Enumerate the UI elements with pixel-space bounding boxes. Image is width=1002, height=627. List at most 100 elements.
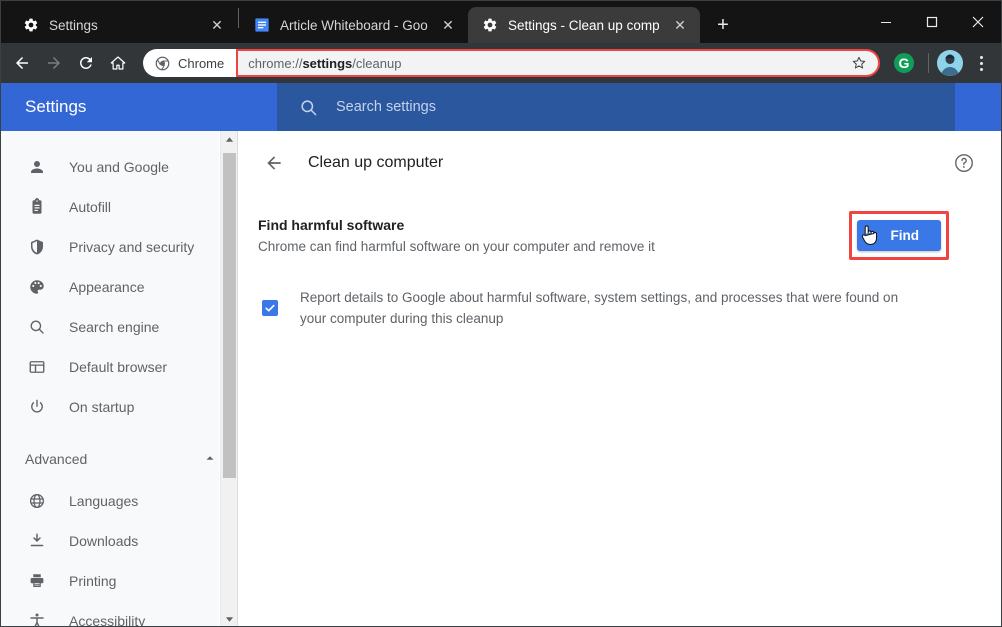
omnibox[interactable]: Chrome chrome://settings/cleanup	[143, 49, 880, 77]
back-to-settings-button[interactable]	[258, 147, 290, 179]
url-prefix: chrome://	[248, 55, 303, 71]
sidebar-item-you-and-google[interactable]: You and Google	[1, 147, 237, 187]
kebab-dot	[979, 61, 983, 65]
minimize-icon	[881, 22, 891, 23]
settings-body: You and Google Autofill Privacy and secu…	[1, 131, 1001, 627]
sidebar-item-accessibility[interactable]: Accessibility	[1, 601, 237, 627]
address-bar[interactable]: chrome://settings/cleanup	[236, 49, 880, 77]
sidebar-section-label: Advanced	[25, 451, 88, 467]
search-icon	[301, 99, 317, 115]
report-details-checkbox[interactable]	[262, 300, 278, 316]
find-harmful-software-text: Find harmful software Chrome can find ha…	[258, 217, 837, 254]
url-bold-segment: settings	[302, 55, 353, 71]
sidebar-item-label: Autofill	[69, 199, 112, 215]
sidebar-item-languages[interactable]: Languages	[1, 481, 237, 521]
sidebar-item-label: Accessibility	[69, 613, 146, 627]
reload-icon	[79, 56, 92, 69]
browser-window: Settings ✕ Article Whiteboard - Google D…	[0, 0, 1002, 627]
maximize-button[interactable]	[909, 1, 955, 43]
shield-icon	[27, 237, 47, 257]
sidebar-item-appearance[interactable]: Appearance	[1, 267, 237, 307]
kebab-dot	[979, 67, 983, 71]
page-header: Clean up computer	[238, 131, 1001, 195]
tab-settings[interactable]: Settings ✕	[9, 7, 237, 43]
browser-menu-button[interactable]	[967, 48, 995, 78]
tab-title: Settings	[49, 17, 98, 33]
help-icon[interactable]	[951, 150, 977, 176]
address-bar-url: chrome://settings/cleanup	[248, 56, 848, 71]
bookmark-star-icon[interactable]	[848, 52, 870, 74]
download-icon	[27, 531, 47, 551]
checkmark-icon	[265, 304, 275, 312]
home-button[interactable]	[103, 48, 133, 78]
sidebar-item-privacy-and-security[interactable]: Privacy and security	[1, 227, 237, 267]
settings-title: Settings	[25, 97, 87, 116]
chrome-logo-icon	[155, 56, 170, 70]
settings-main-panel: Clean up computer Find harmful software …	[237, 131, 1001, 626]
tab-close-button[interactable]: ✕	[207, 15, 227, 35]
printer-icon	[27, 571, 47, 591]
sidebar-item-printing[interactable]: Printing	[1, 561, 237, 601]
gear-icon	[483, 18, 497, 32]
sidebar-item-label: Languages	[69, 493, 139, 509]
sidebar-item-label: Printing	[69, 573, 117, 589]
find-harmful-software-description: Chrome can find harmful software on your…	[258, 239, 655, 254]
arrow-left-icon	[267, 156, 281, 170]
settings-header: Settings Search settings	[1, 83, 1001, 131]
avatar-image	[937, 50, 963, 76]
google-docs-icon	[255, 18, 269, 32]
find-harmful-software-title: Find harmful software	[258, 217, 405, 233]
find-button[interactable]: Find	[856, 220, 941, 251]
tab-title: Article Whiteboard - Google Doc	[280, 17, 428, 33]
tab-close-button[interactable]: ✕	[670, 15, 690, 35]
settings-sidebar: You and Google Autofill Privacy and secu…	[1, 131, 237, 627]
chrome-chip-label: Chrome	[178, 55, 225, 71]
sidebar-item-label: Search engine	[69, 319, 160, 335]
search-placeholder: Search settings	[336, 99, 436, 115]
power-icon	[27, 397, 47, 417]
sidebar-section-advanced[interactable]: Advanced	[1, 437, 237, 481]
home-icon	[110, 56, 126, 70]
arrow-left-icon	[16, 57, 28, 69]
back-button[interactable]	[7, 48, 37, 78]
sidebar-item-default-browser[interactable]: Default browser	[1, 347, 237, 387]
tab-article-whiteboard[interactable]: Article Whiteboard - Google Doc ✕	[240, 7, 468, 43]
star-icon	[852, 56, 866, 69]
tab-settings-cleanup[interactable]: Settings - Clean up computer ✕	[468, 7, 700, 43]
sidebar-item-autofill[interactable]: Autofill	[1, 187, 237, 227]
new-tab-button[interactable]: +	[708, 10, 738, 40]
sidebar-item-label: On startup	[69, 399, 135, 415]
tab-title: Settings - Clean up computer	[508, 17, 660, 33]
scroll-down-button[interactable]	[221, 611, 237, 626]
person-icon	[27, 157, 47, 177]
tab-close-button[interactable]: ✕	[438, 15, 458, 35]
kebab-dot	[979, 55, 983, 59]
sidebar-item-label: Appearance	[69, 279, 145, 295]
extension-icon[interactable]: G	[894, 53, 914, 73]
sidebar-scrollbar[interactable]	[220, 131, 237, 626]
search-icon	[27, 317, 47, 337]
page-title: Clean up computer	[308, 154, 444, 171]
chrome-chip: Chrome	[143, 49, 237, 77]
toolbar-divider	[928, 53, 929, 73]
scrollbar-thumb[interactable]	[223, 153, 236, 478]
avatar[interactable]	[937, 50, 963, 76]
scroll-up-button[interactable]	[221, 131, 237, 148]
reload-button[interactable]	[71, 48, 101, 78]
help-circle-icon	[955, 154, 973, 172]
search-settings-input[interactable]: Search settings	[277, 83, 955, 131]
close-window-button[interactable]	[955, 1, 1001, 43]
report-details-label: Report details to Google about harmful s…	[300, 290, 899, 326]
sidebar-item-search-engine[interactable]: Search engine	[1, 307, 237, 347]
find-harmful-software-row: Find harmful software Chrome can find ha…	[258, 211, 977, 260]
sidebar-item-label: You and Google	[69, 159, 169, 175]
clipboard-icon	[27, 197, 47, 217]
minimize-button[interactable]	[863, 1, 909, 43]
sidebar-item-on-startup[interactable]: On startup	[1, 387, 237, 427]
forward-button[interactable]	[39, 48, 69, 78]
report-details-row[interactable]: Report details to Google about harmful s…	[258, 288, 977, 330]
sidebar-item-label: Privacy and security	[69, 239, 195, 255]
tab-divider	[238, 8, 239, 28]
sidebar-item-downloads[interactable]: Downloads	[1, 521, 237, 561]
gear-icon	[24, 18, 38, 32]
